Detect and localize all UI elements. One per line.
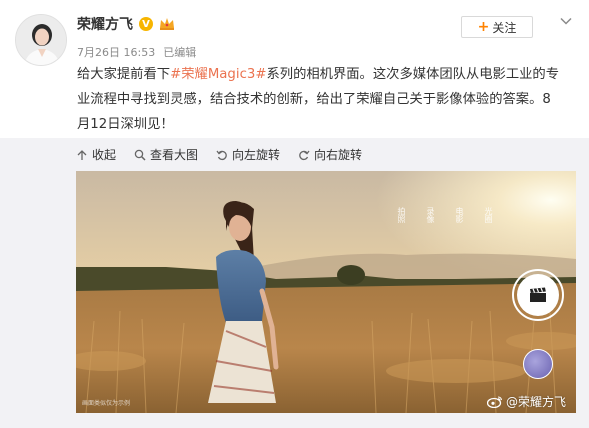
rotate-right-button[interactable]: 向右旋转	[298, 146, 362, 163]
camera-scene-image	[76, 171, 576, 413]
collapse-label: 收起	[92, 148, 117, 162]
gallery-thumbnail[interactable]	[523, 349, 553, 379]
shutter-button[interactable]	[512, 269, 564, 321]
view-large-label: 查看大图	[150, 148, 199, 162]
camera-mode-photo[interactable]: 拍照	[396, 207, 407, 223]
magnifier-icon	[134, 149, 146, 161]
plus-icon: +	[477, 19, 490, 35]
camera-mode-list: 光圈 电影 录像 拍照	[397, 207, 494, 223]
camera-mode-video[interactable]: 录像	[425, 207, 436, 223]
verified-v-icon: V	[139, 17, 153, 31]
avatar-portrait	[16, 15, 66, 65]
collapse-button[interactable]: 收起	[76, 146, 116, 163]
movie-clapper-icon	[530, 287, 546, 302]
rotate-left-label: 向左旋转	[232, 148, 281, 162]
watermark-text: @荣耀方飞	[506, 395, 567, 409]
edited-label[interactable]: 已编辑	[163, 44, 196, 60]
follow-button[interactable]: + 关注	[461, 16, 533, 38]
post-meta: 7月26日 16:53 已编辑	[77, 44, 196, 60]
author-name[interactable]: 荣耀方飞	[77, 14, 133, 34]
topic-link[interactable]: #荣耀Magic3#	[170, 67, 266, 82]
image-disclaimer: 画面类似仅为示例	[82, 400, 131, 407]
camera-mode-movie[interactable]: 电影	[454, 207, 465, 223]
post-line-1: 给大家提前看下#荣耀Magic3#系列的相机界面。这次多媒体团队从电影工业的专	[77, 67, 560, 82]
follow-label: 关注	[492, 20, 517, 35]
weibo-logo-icon	[487, 396, 503, 408]
post-line-3: 月12日深圳见！	[77, 117, 174, 132]
collapse-arrow-icon	[77, 149, 87, 160]
post-line-2: 业流程中寻找到灵感，结合技术的创新，给出了荣耀自己关于影像体验的答案。8	[77, 92, 551, 107]
chevron-down-icon[interactable]	[559, 14, 573, 28]
rotate-left-button[interactable]: 向左旋转	[216, 146, 280, 163]
image-toolbar: 收起 查看大图 向左旋转 向右旋转	[76, 146, 362, 163]
rotate-left-icon	[216, 150, 227, 160]
weibo-watermark: @荣耀方飞	[487, 393, 566, 410]
post-image[interactable]: 画面类似仅为示例 光圈 电影 录像 拍照	[76, 171, 576, 413]
avatar[interactable]	[15, 14, 67, 66]
post-date[interactable]: 7月26日 16:53	[77, 44, 155, 60]
rotate-right-label: 向右旋转	[314, 148, 363, 162]
shutter-inner	[517, 274, 559, 316]
author-line: 荣耀方飞 V	[77, 14, 175, 34]
crown-icon	[160, 18, 174, 30]
rotate-right-icon	[299, 150, 310, 160]
camera-mode-aperture[interactable]: 光圈	[483, 207, 494, 223]
post-text: 给大家提前看下#荣耀Magic3#系列的相机界面。这次多媒体团队从电影工业的专 …	[77, 62, 577, 137]
view-large-button[interactable]: 查看大图	[134, 146, 198, 163]
